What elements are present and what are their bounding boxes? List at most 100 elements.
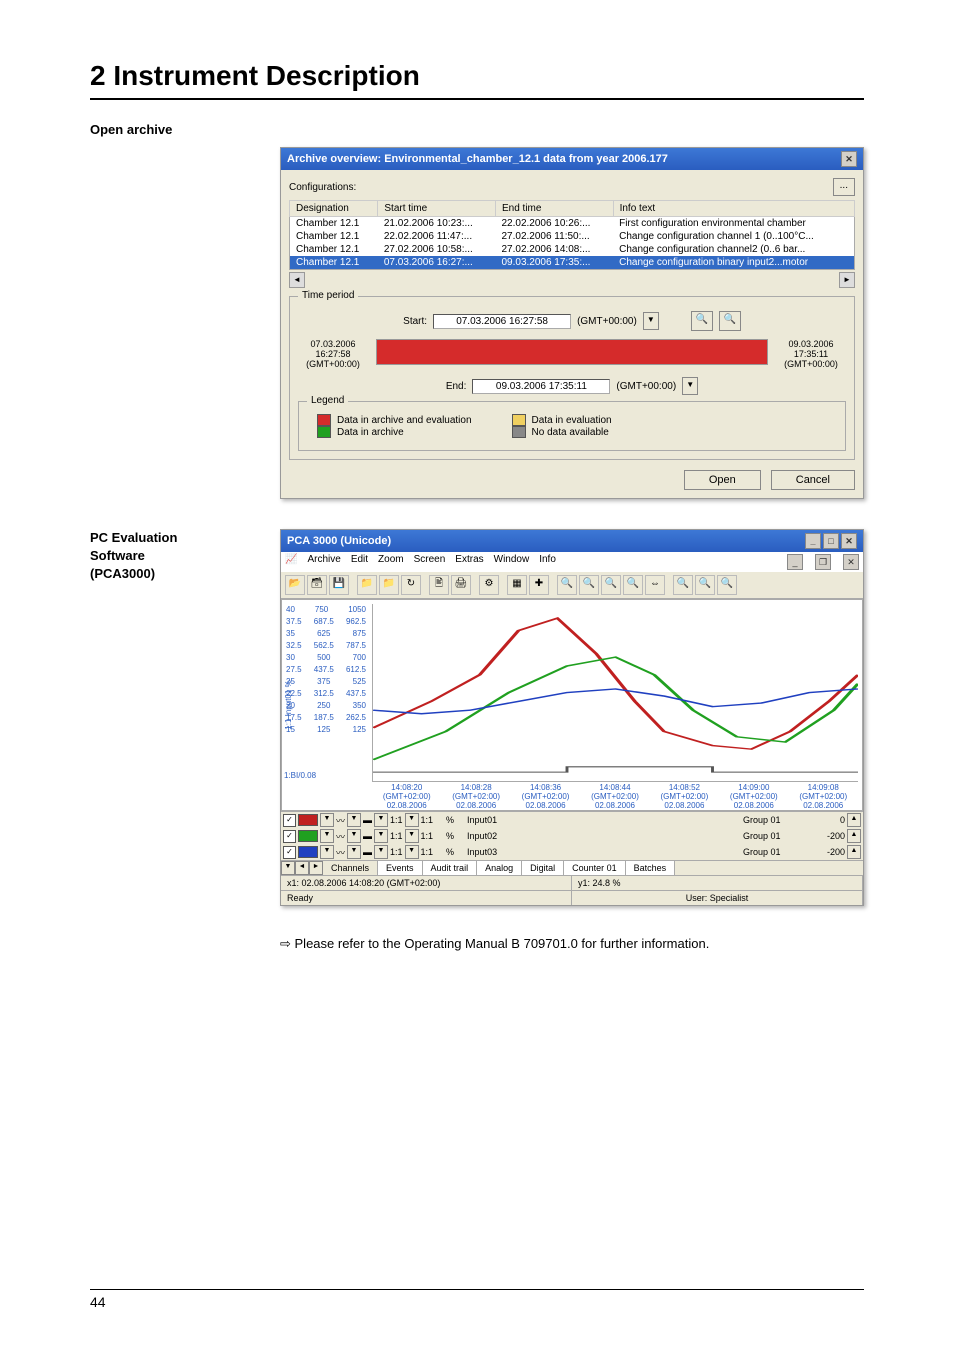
- tool-props-icon[interactable]: ⚙: [479, 575, 499, 595]
- configurations-button[interactable]: ...: [833, 178, 855, 196]
- menu-zoom[interactable]: Zoom: [378, 554, 404, 570]
- bi-label: 1:BI/0.08: [284, 771, 316, 780]
- dropdown-icon[interactable]: ▼: [347, 829, 361, 843]
- chart-area[interactable]: 40750105037.5687.5962.53562587532.5562.5…: [281, 599, 863, 811]
- tab-dropdown-icon[interactable]: ▼: [281, 861, 295, 875]
- dropdown-icon[interactable]: ▼: [405, 813, 419, 827]
- pca-titlebar: PCA 3000 (Unicode) _ □ ✕: [281, 530, 863, 552]
- tool-zoomout-icon[interactable]: 🔍: [579, 575, 599, 595]
- tool-fit-icon[interactable]: ⇔: [645, 575, 665, 595]
- tool-zoomall-icon[interactable]: 🔍: [623, 575, 643, 595]
- zoom-in-icon[interactable]: 🔍: [691, 311, 713, 331]
- dropdown-icon[interactable]: ▼: [320, 813, 334, 827]
- tab-channels[interactable]: Channels: [323, 861, 378, 875]
- maximize-icon[interactable]: □: [823, 533, 839, 549]
- color-swatch-icon[interactable]: [298, 830, 318, 842]
- tab-analog[interactable]: Analog: [477, 861, 522, 875]
- y-label: 1:1 Input01 %: [284, 680, 293, 729]
- tool-findnext-icon[interactable]: 🔍: [695, 575, 715, 595]
- tab-audit[interactable]: Audit trail: [423, 861, 478, 875]
- x-axis: 14:08:20(GMT+02:00)02.08.200614:08:28(GM…: [372, 783, 858, 810]
- table-row[interactable]: Chamber 12.122.02.2006 11:47:...27.02.20…: [290, 230, 855, 243]
- menu-extras[interactable]: Extras: [455, 554, 483, 570]
- dropdown-icon[interactable]: ▼: [405, 829, 419, 843]
- channel-range: -200: [805, 847, 845, 857]
- channel-range: 0: [805, 815, 845, 825]
- tab-digital[interactable]: Digital: [522, 861, 564, 875]
- channel-name: Input02: [467, 831, 741, 841]
- cancel-button[interactable]: Cancel: [771, 470, 855, 490]
- tool-findprev-icon[interactable]: 🔍: [717, 575, 737, 595]
- tool-save-icon[interactable]: 💾: [329, 575, 349, 595]
- child-restore-icon[interactable]: ❐: [815, 554, 831, 570]
- col-designation[interactable]: Designation: [290, 201, 378, 217]
- tool-cursor-icon[interactable]: ✚: [529, 575, 549, 595]
- page-rule: [90, 1289, 864, 1290]
- dropdown-icon[interactable]: ▼: [320, 845, 334, 859]
- table-row[interactable]: Chamber 12.127.02.2006 10:58:...27.02.20…: [290, 243, 855, 256]
- close-icon[interactable]: ✕: [841, 151, 857, 167]
- tab-counter[interactable]: Counter 01: [564, 861, 626, 875]
- color-swatch-icon[interactable]: [298, 846, 318, 858]
- tool-zoomreset-icon[interactable]: 🔍: [601, 575, 621, 595]
- col-info[interactable]: Info text: [613, 201, 854, 217]
- menu-archive[interactable]: Archive: [307, 554, 340, 570]
- tool-grid-icon[interactable]: ▦: [507, 575, 527, 595]
- channel-checkbox[interactable]: ✓: [283, 830, 296, 843]
- open-button[interactable]: Open: [684, 470, 761, 490]
- tool-find-icon[interactable]: 🔍: [673, 575, 693, 595]
- zoom-out-icon[interactable]: 🔍: [719, 311, 741, 331]
- col-end[interactable]: End time: [495, 201, 613, 217]
- legend-swatch-icon: [512, 426, 526, 438]
- close-icon[interactable]: ✕: [841, 533, 857, 549]
- menu-window[interactable]: Window: [494, 554, 530, 570]
- dropdown-icon[interactable]: ▼: [374, 829, 388, 843]
- dropdown-icon[interactable]: ▼: [320, 829, 334, 843]
- range-slider[interactable]: [376, 339, 768, 365]
- table-row-selected[interactable]: Chamber 12.107.03.2006 16:27:...09.03.20…: [290, 256, 855, 270]
- tool-open-icon[interactable]: 📂: [285, 575, 305, 595]
- menu-info[interactable]: Info: [539, 554, 556, 570]
- tab-right-icon[interactable]: ►: [309, 861, 323, 875]
- plot-area[interactable]: [372, 604, 858, 782]
- tool-print-icon[interactable]: 🖨: [451, 575, 471, 595]
- color-swatch-icon[interactable]: [298, 814, 318, 826]
- start-label: Start:: [403, 316, 427, 327]
- tool-folder2-icon[interactable]: 📁: [379, 575, 399, 595]
- dropdown-icon[interactable]: ▼: [405, 845, 419, 859]
- y-axis: 40750105037.5687.5962.53562587532.5562.5…: [282, 604, 370, 782]
- end-input[interactable]: 09.03.2006 17:35:11: [472, 379, 610, 394]
- scroll-icon[interactable]: ▲: [847, 813, 861, 827]
- tool-folder-icon[interactable]: 📁: [357, 575, 377, 595]
- tool-preview-icon[interactable]: 🖹: [429, 575, 449, 595]
- start-input[interactable]: 07.03.2006 16:27:58: [433, 314, 571, 329]
- scroll-icon[interactable]: ▲: [847, 845, 861, 859]
- footer-note: ⇨ Please refer to the Operating Manual B…: [90, 936, 864, 952]
- tab-batches[interactable]: Batches: [626, 861, 676, 875]
- scroll-right-icon[interactable]: ►: [839, 272, 855, 288]
- dropdown-icon[interactable]: ▼: [374, 813, 388, 827]
- child-close-icon[interactable]: ✕: [843, 554, 859, 570]
- dropdown-icon[interactable]: ▼: [374, 845, 388, 859]
- child-minimize-icon[interactable]: _: [787, 554, 803, 570]
- tool-db-icon[interactable]: 🗃: [307, 575, 327, 595]
- col-start[interactable]: Start time: [378, 201, 496, 217]
- end-dropdown-icon[interactable]: ▼: [682, 377, 698, 395]
- menu-screen[interactable]: Screen: [414, 554, 446, 570]
- scroll-icon[interactable]: ▲: [847, 829, 861, 843]
- tab-left-icon[interactable]: ◄: [295, 861, 309, 875]
- tool-zoom-icon[interactable]: 🔍: [557, 575, 577, 595]
- section-pca-3: (PCA3000): [90, 565, 240, 583]
- table-row[interactable]: Chamber 12.121.02.2006 10:23:...22.02.20…: [290, 217, 855, 231]
- menu-edit[interactable]: Edit: [351, 554, 368, 570]
- tab-events[interactable]: Events: [378, 861, 423, 875]
- dropdown-icon[interactable]: ▼: [347, 845, 361, 859]
- dropdown-icon[interactable]: ▼: [347, 813, 361, 827]
- tool-refresh-icon[interactable]: ↻: [401, 575, 421, 595]
- scroll-left-icon[interactable]: ◄: [289, 272, 305, 288]
- channel-checkbox[interactable]: ✓: [283, 814, 296, 827]
- minimize-icon[interactable]: _: [805, 533, 821, 549]
- channel-checkbox[interactable]: ✓: [283, 846, 296, 859]
- status-bar: x1: 02.08.2006 14:08:20 (GMT+02:00) y1: …: [281, 875, 863, 890]
- start-dropdown-icon[interactable]: ▼: [643, 312, 659, 330]
